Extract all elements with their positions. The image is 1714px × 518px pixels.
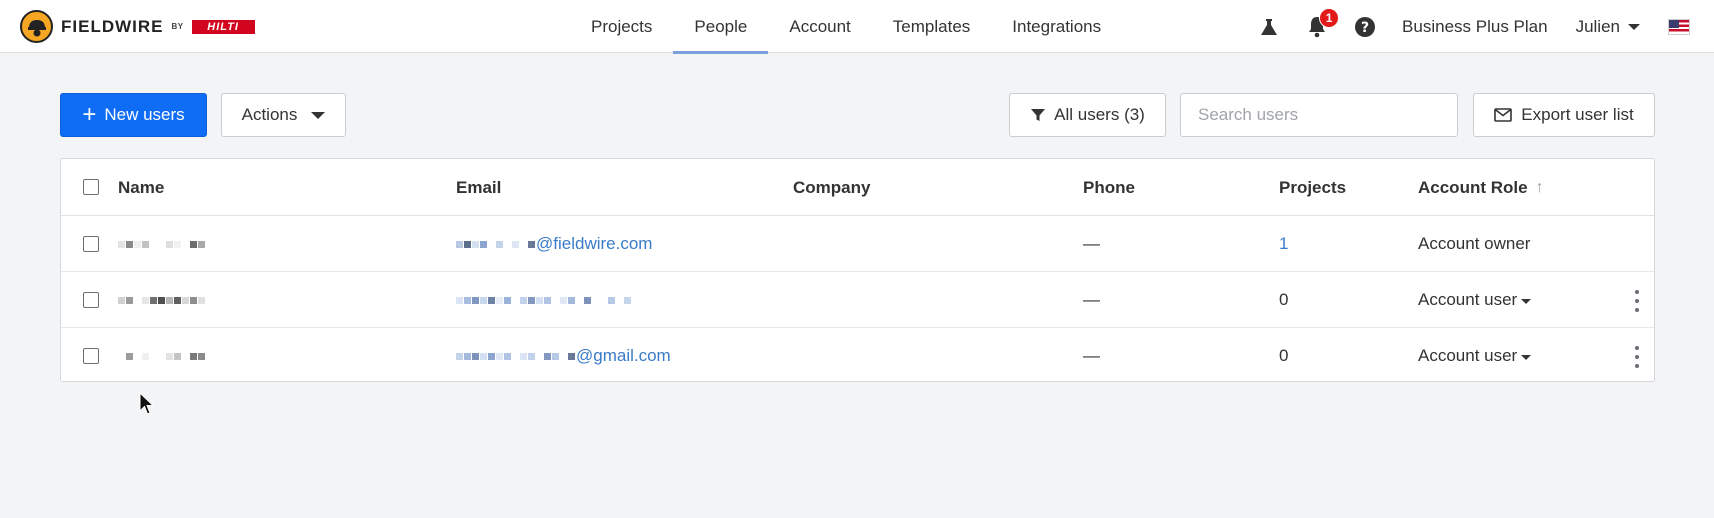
table-row[interactable]: @fieldwire.com — 1 Account owner bbox=[61, 216, 1654, 272]
table-row[interactable]: — 0 Account user bbox=[61, 272, 1654, 328]
user-phone: — bbox=[1083, 234, 1100, 253]
user-name-redacted[interactable] bbox=[118, 272, 206, 328]
header-tools: 1 ? Business Plus Plan Julien bbox=[1256, 0, 1714, 53]
user-phone: — bbox=[1083, 290, 1100, 309]
account-role-label: Account Role bbox=[1418, 177, 1528, 197]
account-role-dropdown[interactable]: Account user bbox=[1418, 272, 1532, 328]
user-phone: — bbox=[1083, 346, 1100, 365]
new-users-button[interactable]: + New users bbox=[60, 93, 207, 137]
user-email-redacted[interactable] bbox=[456, 272, 632, 328]
us-flag-icon[interactable] bbox=[1668, 18, 1690, 35]
table-row[interactable]: @gmail.com — 0 Account user bbox=[61, 328, 1654, 384]
account-role-label: Account user bbox=[1418, 346, 1518, 365]
user-project-count: 0 bbox=[1279, 346, 1289, 365]
user-project-count: 0 bbox=[1279, 290, 1289, 309]
top-navigation-bar: FIELDWIRE BY HILTI Projects People Accou… bbox=[0, 0, 1714, 54]
column-header-account-role[interactable]: Account Role ↑ bbox=[1418, 159, 1544, 216]
column-header-phone[interactable]: Phone bbox=[1083, 159, 1135, 216]
user-name: Julien bbox=[1575, 16, 1620, 36]
logo-by-text: BY bbox=[171, 22, 184, 31]
nav-tab-templates[interactable]: Templates bbox=[872, 0, 991, 53]
select-all-checkbox[interactable] bbox=[83, 179, 99, 195]
chevron-down-icon bbox=[1628, 23, 1640, 30]
fieldwire-logo[interactable]: FIELDWIRE BY HILTI bbox=[20, 10, 255, 43]
account-role-dropdown[interactable]: Account user bbox=[1418, 328, 1532, 384]
user-account-role: Account owner bbox=[1418, 234, 1531, 253]
user-project-count[interactable]: 1 bbox=[1279, 216, 1288, 272]
nav-tab-integrations[interactable]: Integrations bbox=[991, 0, 1122, 53]
sort-ascending-icon[interactable]: ↑ bbox=[1536, 179, 1544, 197]
column-header-name[interactable]: Name bbox=[118, 159, 164, 216]
user-name-redacted[interactable] bbox=[118, 216, 206, 272]
user-email[interactable]: @fieldwire.com bbox=[456, 216, 652, 272]
hilti-logo: HILTI bbox=[191, 19, 255, 34]
plus-icon: + bbox=[82, 101, 97, 128]
user-menu[interactable]: Julien bbox=[1576, 17, 1640, 37]
account-role-label: Account user bbox=[1418, 290, 1518, 309]
flask-icon[interactable] bbox=[1256, 14, 1282, 40]
nav-tab-projects[interactable]: Projects bbox=[570, 0, 673, 53]
user-name-redacted[interactable] bbox=[118, 328, 206, 384]
column-header-email[interactable]: Email bbox=[456, 159, 501, 216]
export-label: Export user list bbox=[1521, 105, 1634, 124]
row-checkbox[interactable] bbox=[83, 292, 99, 308]
table-header: Name Email Company Phone Projects Accoun… bbox=[61, 159, 1654, 216]
help-icon[interactable]: ? bbox=[1352, 14, 1378, 40]
logo-wordmark: FIELDWIRE bbox=[61, 16, 164, 36]
email-domain[interactable]: @gmail.com bbox=[576, 346, 671, 366]
user-email[interactable]: @gmail.com bbox=[456, 328, 671, 384]
notification-count-badge: 1 bbox=[1319, 7, 1340, 28]
actions-label: Actions bbox=[241, 105, 298, 124]
filter-label: All users (3) bbox=[1054, 105, 1145, 124]
chevron-down-icon bbox=[311, 111, 326, 119]
search-users-input[interactable] bbox=[1180, 93, 1458, 137]
new-users-label: New users bbox=[104, 105, 185, 124]
export-user-list-button[interactable]: Export user list bbox=[1473, 93, 1655, 137]
chevron-down-icon bbox=[1521, 355, 1532, 360]
column-header-company[interactable]: Company bbox=[793, 159, 870, 216]
user-filter-button[interactable]: All users (3) bbox=[1009, 93, 1166, 137]
more-options-icon[interactable] bbox=[1632, 346, 1642, 368]
row-checkbox[interactable] bbox=[83, 348, 99, 364]
envelope-icon bbox=[1494, 108, 1513, 122]
filter-icon bbox=[1031, 109, 1046, 121]
main-nav: Projects People Account Templates Integr… bbox=[570, 0, 1122, 54]
row-checkbox[interactable] bbox=[83, 236, 99, 252]
column-header-projects[interactable]: Projects bbox=[1279, 159, 1346, 216]
more-options-icon[interactable] bbox=[1632, 290, 1642, 312]
users-table: Name Email Company Phone Projects Accoun… bbox=[60, 158, 1655, 382]
actions-dropdown[interactable]: Actions bbox=[221, 93, 346, 137]
fieldwire-logo-icon bbox=[20, 10, 53, 43]
svg-text:?: ? bbox=[1361, 20, 1369, 36]
notifications-button[interactable]: 1 bbox=[1304, 7, 1340, 40]
nav-tab-account[interactable]: Account bbox=[768, 0, 871, 53]
chevron-down-icon bbox=[1521, 299, 1532, 304]
nav-tab-people[interactable]: People bbox=[673, 0, 769, 54]
email-domain[interactable]: @fieldwire.com bbox=[536, 234, 652, 254]
mouse-cursor-icon bbox=[139, 392, 155, 415]
plan-label[interactable]: Business Plus Plan bbox=[1402, 17, 1548, 37]
